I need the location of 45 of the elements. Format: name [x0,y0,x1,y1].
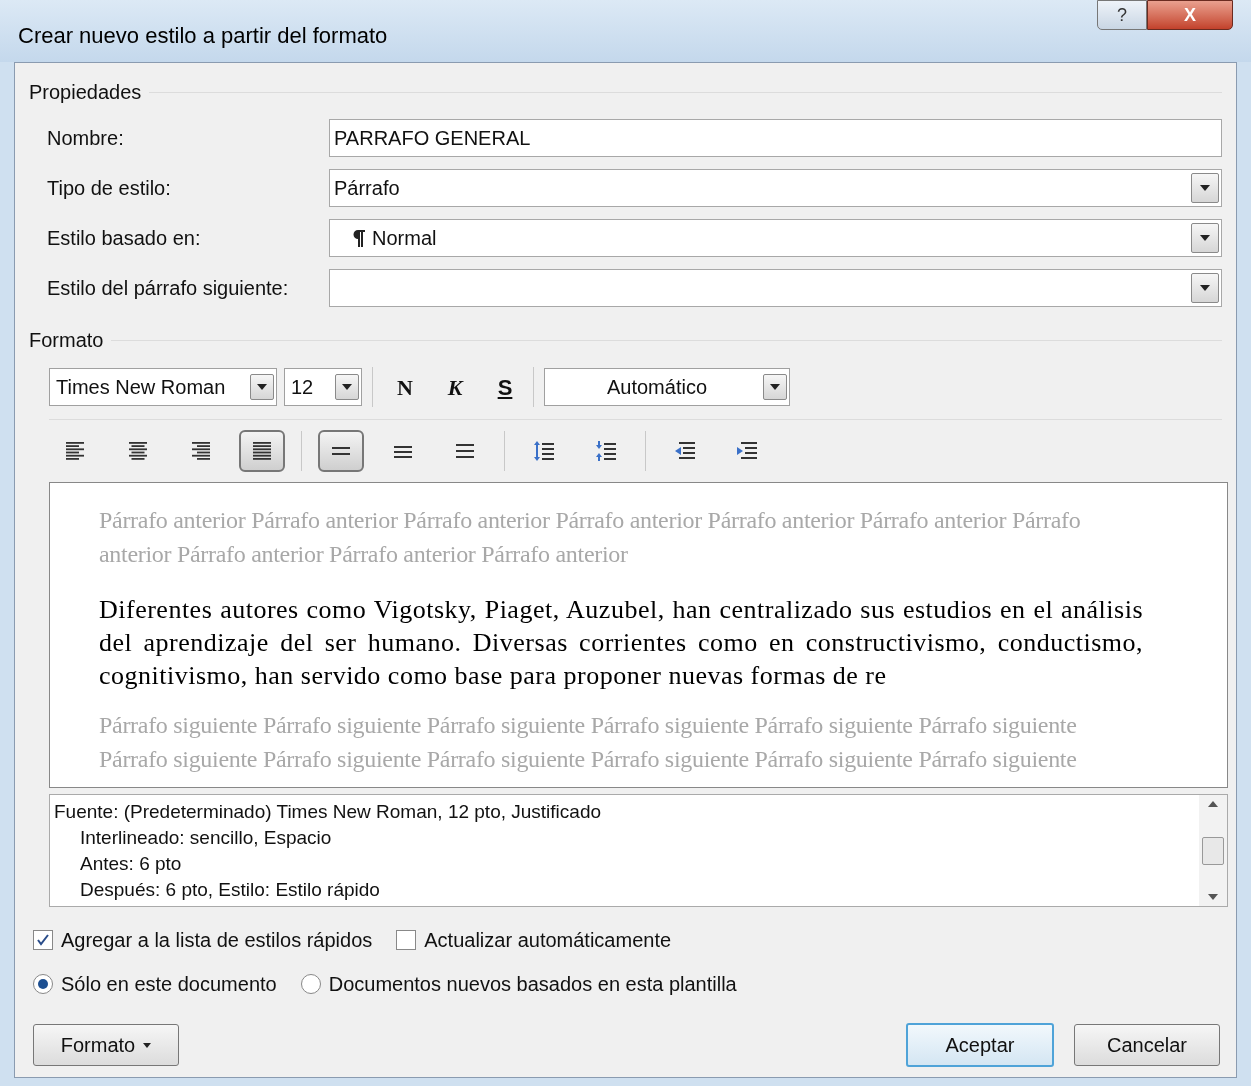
single-spacing-button[interactable] [318,430,364,472]
section-heading: Propiedades [29,80,142,105]
justify-button[interactable] [239,430,285,472]
dropdown-field[interactable]: Normal [329,219,1222,257]
field-label: Estilo basado en: [47,226,202,251]
style-description-text: Fuente: (Predeterminado) Times New Roman, 12 pto, Justificado [54,800,603,824]
justify-icon [250,439,274,463]
checkmark-icon [36,933,50,947]
accept-button[interactable]: Aceptar [906,1023,1054,1067]
scrollbar-thumb[interactable] [1202,836,1224,865]
caret-icon [143,1042,152,1048]
scrollbar[interactable] [1199,795,1227,906]
italic-button[interactable]: K [437,370,473,404]
style-description-text: Antes: 6 pto [79,852,183,876]
sample-paragraph-text: Diferentes autores como Vigotsky, Piaget, Auzubel, han centralizado sus estudios en el análisis del aprendizaje del ser humano. Diversas corrientes como en constructivismo, conductismo, cognitivismo, han servido como base para proponer nuevas formas de re [99,594,1143,692]
checkbox[interactable]: Actualizar automáticamente [396,925,672,955]
size-dropdown[interactable]: 12 [284,368,362,406]
font-dropdown[interactable]: Times New Roman [49,368,277,406]
style-description-text: Interlineado: sencillo, Espacio [79,826,333,850]
window-title: Crear nuevo estilo a partir del formato [18,21,388,50]
radio-button[interactable]: Documentos nuevos basados en esta plantilla [300,969,737,999]
dropdown-field[interactable]: Párrafo [329,169,1222,207]
underline-button[interactable]: S [487,370,523,404]
field-label: Estilo del párrafo siguiente: [47,276,290,301]
increase-spacing-icon [532,439,556,463]
style-description-text: Después: 6 pto, Estilo: Estilo rápido [79,878,381,902]
section-heading: Formato [29,328,104,353]
dropdown-field[interactable] [329,269,1222,307]
radio-button[interactable]: Sólo en este documento [33,969,277,999]
decrease-spacing-icon [594,439,618,463]
checkbox[interactable]: Agregar a la lista de estilos rápidos [33,925,373,955]
previous-paragraph-text: Párrafo anterior Párrafo anterior Párrafo anterior Párrafo anterior Párrafo anterior Párrafo anterior Párrafo anterior Párrafo anterior Párrafo anterior Párrafo anterior [99,506,1082,569]
format-menu-button[interactable]: Formato [33,1024,179,1066]
scroll-up-icon[interactable] [1208,801,1218,807]
bold-button[interactable]: N [387,370,423,404]
align-center-icon [126,439,150,463]
scroll-down-icon[interactable] [1208,894,1218,900]
field-label: Tipo de estilo: [47,176,172,201]
single-spacing-icon [332,447,350,455]
cancel-button[interactable]: Cancelar [1074,1024,1220,1066]
input-field[interactable]: PARRAFO GENERAL [329,119,1222,157]
next-paragraph-text: Párrafo siguiente Párrafo siguiente Párrafo siguiente Párrafo siguiente Párrafo siguiente Párrafo siguiente Párrafo siguiente Párrafo siguiente Párrafo siguiente Párrafo siguiente Párrafo siguiente Párrafo siguiente [99,711,1078,774]
color-dropdown[interactable]: Automático [544,368,790,406]
help-button[interactable]: ? [1097,0,1147,30]
field-label: Nombre: [47,126,125,151]
